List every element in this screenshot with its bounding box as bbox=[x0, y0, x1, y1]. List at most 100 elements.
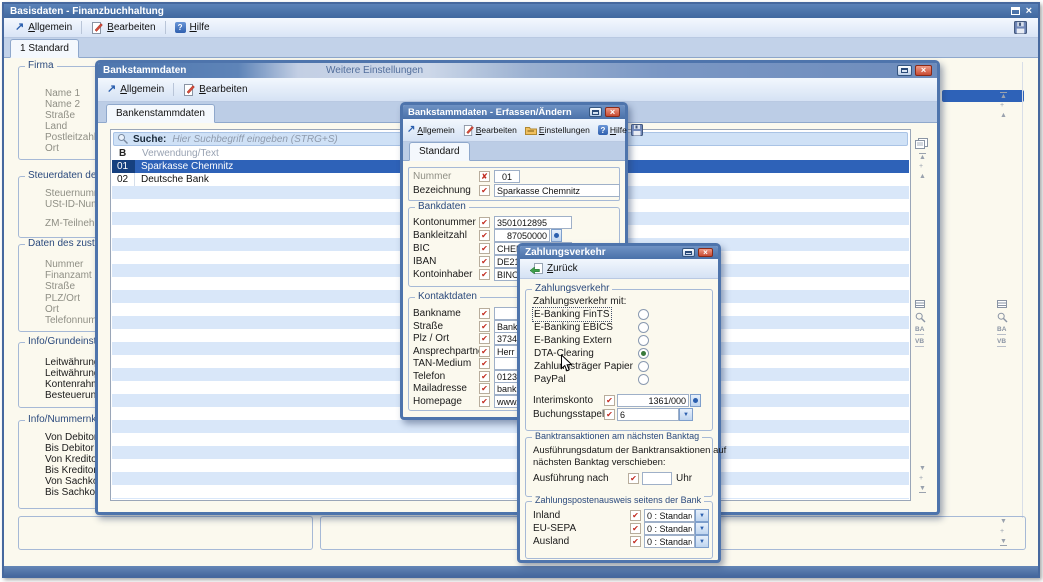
scroll-plus-icon[interactable]: + bbox=[919, 163, 923, 170]
ba-tool-icon[interactable]: BA bbox=[997, 326, 1006, 335]
ausfuehrung-input[interactable] bbox=[642, 472, 672, 485]
column-header-b[interactable]: B bbox=[119, 148, 126, 159]
magnifier-icon[interactable] bbox=[997, 312, 1008, 323]
red-check-checkbox[interactable]: ✔ bbox=[479, 185, 490, 196]
red-check-checkbox[interactable]: ✔ bbox=[479, 371, 490, 382]
red-check-checkbox[interactable]: ✔ bbox=[630, 536, 641, 547]
ausland-dropdown-button[interactable]: ▼ bbox=[695, 535, 709, 548]
restore-button[interactable] bbox=[897, 65, 912, 76]
bankleitzahl-input[interactable] bbox=[494, 229, 550, 242]
save-button[interactable] bbox=[1007, 19, 1034, 36]
red-check-checkbox[interactable]: ✔ bbox=[479, 396, 490, 407]
close-button[interactable]: × bbox=[915, 65, 932, 76]
red-check-checkbox[interactable]: ✔ bbox=[479, 230, 490, 241]
red-check-checkbox[interactable]: ✔ bbox=[479, 217, 490, 228]
close-icon[interactable]: × bbox=[1026, 6, 1032, 17]
column-header-verwendung[interactable]: Verwendung/Text bbox=[142, 148, 219, 159]
red-check-checkbox[interactable]: ✔ bbox=[479, 346, 490, 357]
ausland-select[interactable] bbox=[644, 535, 695, 548]
radio-e-banking-extern[interactable] bbox=[638, 335, 649, 346]
red-check-checkbox[interactable]: ✔ bbox=[479, 383, 490, 394]
banktrans-line1: Ausführungsdatum der Banktransaktionen a… bbox=[533, 445, 726, 456]
restore-icon[interactable] bbox=[1011, 7, 1020, 15]
red-check-checkbox[interactable]: ✔ bbox=[604, 409, 615, 420]
close-button[interactable]: × bbox=[605, 107, 620, 117]
grid-columns-icon[interactable] bbox=[997, 300, 1007, 308]
red-check-checkbox[interactable]: ✔ bbox=[479, 308, 490, 319]
red-check-checkbox[interactable]: ✔ bbox=[479, 321, 490, 332]
menu-bearbeiten[interactable]: Bearbeiten bbox=[461, 124, 519, 137]
menu-allgemein[interactable]: ↗ Allgemein bbox=[100, 82, 171, 97]
red-cross-checkbox[interactable]: ✘ bbox=[479, 171, 490, 182]
radio-e-banking-fints[interactable] bbox=[638, 309, 649, 320]
red-check-checkbox[interactable]: ✔ bbox=[628, 473, 639, 484]
menu-allgemein[interactable]: ↗ Allgemein bbox=[8, 20, 79, 35]
interimskonto-lookup-button[interactable] bbox=[690, 394, 701, 407]
iban-label: IBAN bbox=[413, 256, 436, 267]
scroll-up-icon[interactable]: ▲ bbox=[1000, 112, 1007, 119]
scroll-top-icon[interactable]: ▲ bbox=[919, 153, 926, 161]
red-check-checkbox[interactable]: ✔ bbox=[479, 333, 490, 344]
mailadresse-label: Mailadresse bbox=[413, 383, 467, 394]
empty-table-row bbox=[112, 498, 909, 499]
red-check-checkbox[interactable]: ✔ bbox=[630, 523, 641, 534]
restore-button[interactable] bbox=[682, 248, 695, 257]
scroll-up-icon[interactable]: ▲ bbox=[919, 173, 926, 180]
eu-sepa-dropdown-button[interactable]: ▼ bbox=[695, 522, 709, 535]
kontonummer-input[interactable] bbox=[494, 216, 572, 229]
eu-sepa-select[interactable] bbox=[644, 522, 695, 535]
menu-hilfe[interactable]: ? Hilfe bbox=[596, 124, 629, 136]
restore-icon bbox=[901, 68, 908, 73]
zurueck-button[interactable]: Zurück bbox=[522, 261, 585, 277]
scroll-top-icon[interactable]: ▲ bbox=[1000, 92, 1007, 100]
main-titlebar[interactable]: Basisdaten - Finanzbuchhaltung × bbox=[4, 4, 1038, 18]
buchungsstapel-input[interactable] bbox=[617, 408, 679, 421]
bezeichnung-input[interactable] bbox=[494, 184, 620, 197]
magnifier-icon[interactable] bbox=[915, 312, 926, 323]
vb-tool-icon[interactable]: VB bbox=[915, 338, 924, 347]
radio-e-banking-ebics[interactable] bbox=[638, 322, 649, 333]
red-check-checkbox[interactable]: ✔ bbox=[604, 395, 615, 406]
nummer-input[interactable] bbox=[494, 170, 520, 183]
save-button[interactable] bbox=[629, 123, 645, 137]
edit-titlebar[interactable]: Bankstammdaten - Erfassen/Ändern × bbox=[403, 105, 625, 119]
red-check-checkbox[interactable]: ✔ bbox=[479, 358, 490, 369]
empty-table-row bbox=[112, 472, 909, 485]
inland-select[interactable] bbox=[644, 509, 695, 522]
menu-bearbeiten[interactable]: Bearbeiten bbox=[176, 82, 254, 98]
red-check-checkbox[interactable]: ✔ bbox=[479, 269, 490, 280]
tab-standard[interactable]: Standard bbox=[409, 142, 470, 161]
red-check-checkbox[interactable]: ✔ bbox=[479, 256, 490, 267]
menu-allgemein[interactable]: ↗ Allgemein bbox=[405, 124, 457, 136]
scroll-plus-icon[interactable]: + bbox=[1000, 102, 1004, 109]
copy-list-icon[interactable] bbox=[915, 138, 928, 149]
radio-dta-clearing[interactable] bbox=[638, 348, 649, 359]
scroll-down-icon[interactable]: ▼ bbox=[919, 465, 926, 472]
grid-columns-icon[interactable] bbox=[915, 300, 925, 308]
scroll-plus-icon[interactable]: + bbox=[919, 475, 923, 482]
radio-zahlungstraeger-papier[interactable] bbox=[638, 361, 649, 372]
red-check-checkbox[interactable]: ✔ bbox=[479, 243, 490, 254]
pay-titlebar[interactable]: Zahlungsverkehr × bbox=[520, 246, 718, 259]
red-check-checkbox[interactable]: ✔ bbox=[630, 510, 641, 521]
inland-dropdown-button[interactable]: ▼ bbox=[695, 509, 709, 522]
bank-titlebar[interactable]: Bankstammdaten Weitere Einstellungen × bbox=[98, 63, 937, 78]
jump-arrow-icon: ↗ bbox=[107, 84, 116, 95]
ba-tool-icon[interactable]: BA bbox=[915, 326, 924, 335]
field-label: Von Debitor bbox=[45, 432, 97, 443]
tab-1-standard[interactable]: 1 Standard bbox=[10, 39, 79, 58]
radio-paypal[interactable] bbox=[638, 374, 649, 385]
mouse-cursor bbox=[560, 354, 573, 373]
interimskonto-input[interactable] bbox=[617, 394, 689, 407]
buchungsstapel-dropdown-button[interactable]: ▼ bbox=[679, 408, 693, 421]
restore-button[interactable] bbox=[589, 107, 602, 117]
menu-einstellungen[interactable]: Einstellungen bbox=[523, 124, 592, 136]
menu-hilfe[interactable]: ? Hilfe bbox=[168, 20, 217, 35]
tab-bankenstammdaten[interactable]: Bankenstammdaten bbox=[106, 104, 215, 123]
bankleitzahl-lookup-button[interactable] bbox=[551, 229, 562, 242]
scroll-bottom-icon[interactable]: ▼ bbox=[919, 485, 926, 493]
close-button[interactable]: × bbox=[698, 248, 713, 257]
menu-bearbeiten[interactable]: Bearbeiten bbox=[84, 20, 162, 36]
chevron-down-icon: ▼ bbox=[699, 526, 705, 532]
vb-tool-icon[interactable]: VB bbox=[997, 338, 1006, 347]
